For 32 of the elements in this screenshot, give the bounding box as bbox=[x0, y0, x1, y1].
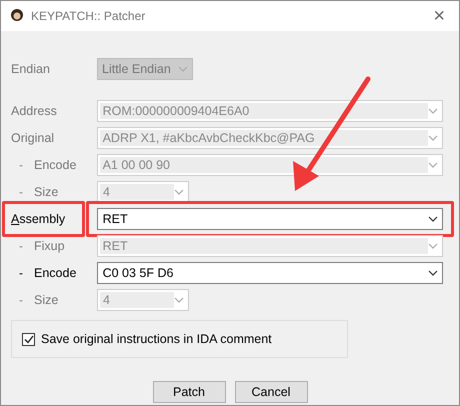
close-button[interactable]: × bbox=[427, 6, 451, 26]
chevron-icon bbox=[428, 242, 438, 248]
dash-marker: - bbox=[18, 266, 24, 280]
field-label: Address bbox=[11, 104, 57, 118]
chevron-icon bbox=[428, 108, 438, 114]
field-label: Size bbox=[34, 184, 58, 198]
field-label: Size bbox=[34, 292, 58, 306]
checkbox[interactable] bbox=[22, 332, 35, 346]
combo-box[interactable]: C0 03 5F D6 bbox=[96, 262, 443, 284]
dialog-button[interactable]: Patch bbox=[152, 381, 226, 403]
field-label: Encode bbox=[34, 158, 76, 172]
field-label: Original bbox=[11, 130, 54, 144]
field-label: Assembly bbox=[11, 212, 66, 226]
field-label: Encode bbox=[34, 266, 76, 280]
field-label: Endian bbox=[11, 62, 50, 76]
chevron-icon bbox=[174, 296, 184, 302]
dash-marker: - bbox=[18, 292, 24, 306]
dash-marker: - bbox=[18, 184, 24, 198]
app-icon bbox=[9, 8, 25, 24]
dash-marker: - bbox=[18, 238, 24, 252]
dash-marker: - bbox=[18, 158, 24, 172]
field-label: Fixup bbox=[34, 238, 65, 252]
chevron-icon bbox=[174, 188, 184, 194]
chevron-icon bbox=[428, 162, 438, 168]
chevron-icon bbox=[178, 66, 188, 72]
combo-box[interactable]: RET bbox=[96, 208, 443, 230]
chevron-icon bbox=[428, 134, 438, 140]
chevron-icon bbox=[428, 216, 438, 222]
chevron-icon bbox=[428, 270, 438, 276]
window-title: KEYPATCH:: Patcher bbox=[31, 9, 146, 23]
dialog-button[interactable]: Cancel bbox=[234, 381, 308, 403]
checkbox-label: Save original instructions in IDA comment bbox=[41, 332, 272, 346]
